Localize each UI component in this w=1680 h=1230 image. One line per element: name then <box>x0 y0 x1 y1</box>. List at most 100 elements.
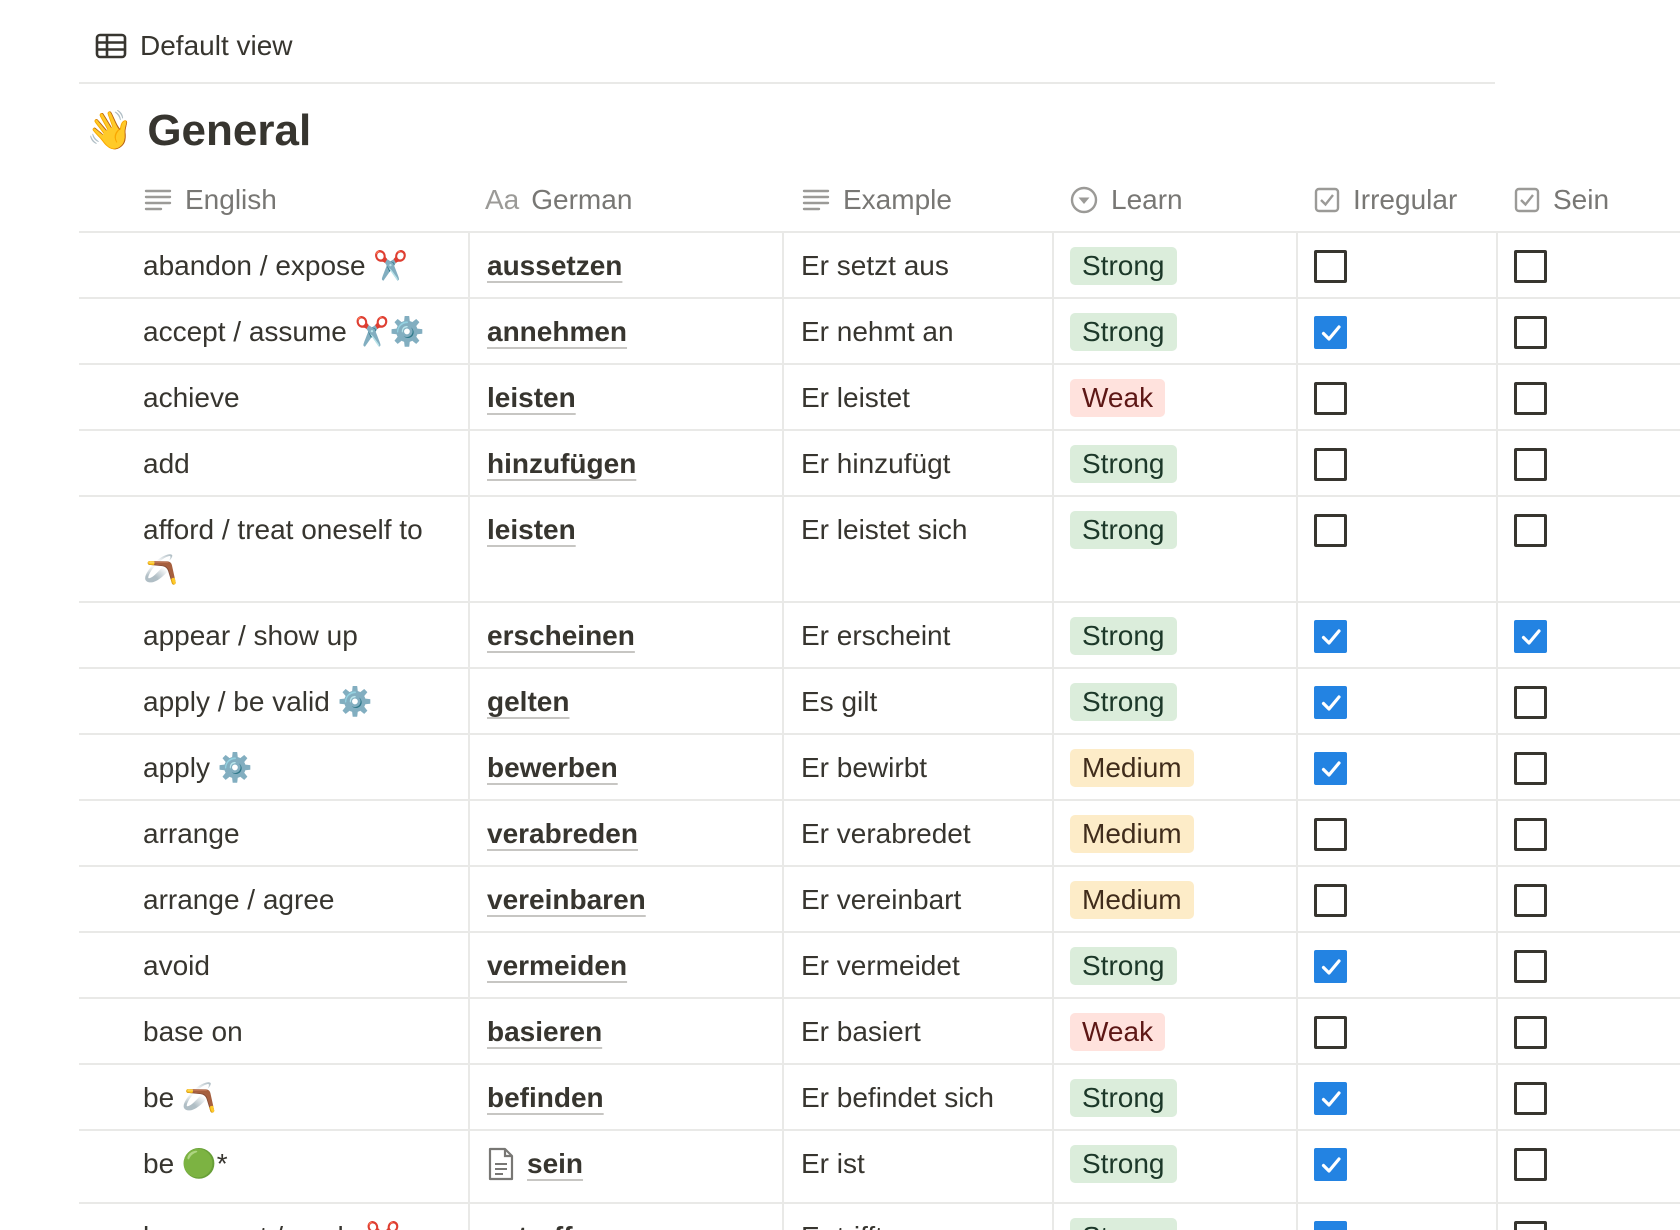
cell-english[interactable]: afford / treat oneself to 🪃 <box>79 497 468 601</box>
cell-german[interactable]: gelten <box>468 669 782 733</box>
table-row[interactable]: be 🟢* sein Er ist Strong <box>79 1131 1680 1204</box>
german-word[interactable]: gelten <box>487 686 569 717</box>
sein-checkbox[interactable] <box>1514 448 1547 481</box>
column-header-example[interactable]: Example <box>782 168 1052 231</box>
cell-learn[interactable]: Medium <box>1052 801 1296 865</box>
cell-learn[interactable]: Strong <box>1052 299 1296 363</box>
sein-checkbox[interactable] <box>1514 752 1547 785</box>
irregular-checkbox[interactable] <box>1314 686 1347 719</box>
cell-learn[interactable]: Strong <box>1052 1204 1296 1230</box>
sein-checkbox[interactable] <box>1514 950 1547 983</box>
cell-german[interactable]: verabreden <box>468 801 782 865</box>
cell-example[interactable]: Er setzt aus <box>782 233 1052 297</box>
cell-german[interactable]: basieren <box>468 999 782 1063</box>
irregular-checkbox[interactable] <box>1314 514 1347 547</box>
cell-example[interactable]: Er befindet sich <box>782 1065 1052 1129</box>
cell-english[interactable]: abandon / expose ✂️ <box>79 233 468 297</box>
cell-example[interactable]: Er leistet sich <box>782 497 1052 601</box>
table-row[interactable]: appear / show up erscheinen Er erscheint… <box>79 603 1680 669</box>
cell-learn[interactable]: Weak <box>1052 365 1296 429</box>
cell-learn[interactable]: Weak <box>1052 999 1296 1063</box>
cell-example[interactable]: Er vereinbart <box>782 867 1052 931</box>
cell-english[interactable]: base on <box>79 999 468 1063</box>
cell-english[interactable]: arrange <box>79 801 468 865</box>
irregular-checkbox[interactable] <box>1314 1082 1347 1115</box>
cell-german[interactable]: zutreffen <box>468 1204 782 1230</box>
sein-checkbox[interactable] <box>1514 382 1547 415</box>
sein-checkbox[interactable] <box>1514 514 1547 547</box>
cell-example[interactable]: Er trifft zu <box>782 1204 1052 1230</box>
cell-english[interactable]: achieve <box>79 365 468 429</box>
german-word[interactable]: leisten <box>487 382 576 413</box>
cell-learn[interactable]: Strong <box>1052 1065 1296 1129</box>
german-word[interactable]: erscheinen <box>487 620 635 651</box>
table-row[interactable]: arrange verabreden Er verabredet Medium <box>79 801 1680 867</box>
column-header-english[interactable]: English <box>79 168 468 231</box>
german-word[interactable]: vermeiden <box>487 950 627 981</box>
cell-learn[interactable]: Strong <box>1052 431 1296 495</box>
cell-example[interactable]: Er leistet <box>782 365 1052 429</box>
cell-german[interactable]: leisten <box>468 365 782 429</box>
table-row[interactable]: add hinzufügen Er hinzufügt Strong <box>79 431 1680 497</box>
german-word[interactable]: vereinbaren <box>487 884 646 915</box>
cell-english[interactable]: appear / show up <box>79 603 468 667</box>
cell-example[interactable]: Er verabredet <box>782 801 1052 865</box>
german-word[interactable]: zutreffen <box>487 1221 605 1230</box>
table-row[interactable]: apply ⚙️ bewerben Er bewirbt Medium <box>79 735 1680 801</box>
cell-learn[interactable]: Strong <box>1052 233 1296 297</box>
cell-learn[interactable]: Strong <box>1052 603 1296 667</box>
sein-checkbox[interactable] <box>1514 1221 1547 1230</box>
table-row[interactable]: afford / treat oneself to 🪃 leisten Er l… <box>79 497 1680 603</box>
sein-checkbox[interactable] <box>1514 686 1547 719</box>
table-row[interactable]: arrange / agree vereinbaren Er vereinbar… <box>79 867 1680 933</box>
cell-english[interactable]: apply / be valid ⚙️ <box>79 669 468 733</box>
cell-german[interactable]: annehmen <box>468 299 782 363</box>
cell-english[interactable]: be 🪃 <box>79 1065 468 1129</box>
cell-learn[interactable]: Strong <box>1052 1131 1296 1202</box>
cell-learn[interactable]: Strong <box>1052 497 1296 601</box>
sein-checkbox[interactable] <box>1514 316 1547 349</box>
cell-example[interactable]: Er erscheint <box>782 603 1052 667</box>
cell-english[interactable]: be correct / apply ✂️ <box>79 1204 468 1230</box>
cell-english[interactable]: arrange / agree <box>79 867 468 931</box>
cell-example[interactable]: Er basiert <box>782 999 1052 1063</box>
sein-checkbox[interactable] <box>1514 1082 1547 1115</box>
cell-german[interactable]: befinden <box>468 1065 782 1129</box>
cell-german[interactable]: sein <box>468 1131 782 1202</box>
cell-english[interactable]: apply ⚙️ <box>79 735 468 799</box>
table-row[interactable]: be 🪃 befinden Er befindet sich Strong <box>79 1065 1680 1131</box>
irregular-checkbox[interactable] <box>1314 950 1347 983</box>
irregular-checkbox[interactable] <box>1314 818 1347 851</box>
german-word[interactable]: basieren <box>487 1016 602 1047</box>
german-word[interactable]: leisten <box>487 514 576 545</box>
irregular-checkbox[interactable] <box>1314 1148 1347 1181</box>
irregular-checkbox[interactable] <box>1314 620 1347 653</box>
cell-learn[interactable]: Medium <box>1052 735 1296 799</box>
cell-german[interactable]: vereinbaren <box>468 867 782 931</box>
sein-checkbox[interactable] <box>1514 250 1547 283</box>
cell-english[interactable]: add <box>79 431 468 495</box>
cell-german[interactable]: vermeiden <box>468 933 782 997</box>
german-word[interactable]: bewerben <box>487 752 618 783</box>
table-row[interactable]: accept / assume ✂️⚙️ annehmen Er nehmt a… <box>79 299 1680 365</box>
cell-example[interactable]: Er vermeidet <box>782 933 1052 997</box>
cell-learn[interactable]: Strong <box>1052 933 1296 997</box>
irregular-checkbox[interactable] <box>1314 316 1347 349</box>
cell-german[interactable]: bewerben <box>468 735 782 799</box>
german-word[interactable]: sein <box>527 1144 583 1184</box>
sein-checkbox[interactable] <box>1514 620 1547 653</box>
sein-checkbox[interactable] <box>1514 1016 1547 1049</box>
cell-example[interactable]: Es gilt <box>782 669 1052 733</box>
cell-english[interactable]: accept / assume ✂️⚙️ <box>79 299 468 363</box>
german-word[interactable]: verabreden <box>487 818 638 849</box>
irregular-checkbox[interactable] <box>1314 448 1347 481</box>
cell-german[interactable]: hinzufügen <box>468 431 782 495</box>
cell-learn[interactable]: Strong <box>1052 669 1296 733</box>
irregular-checkbox[interactable] <box>1314 884 1347 917</box>
cell-german[interactable]: erscheinen <box>468 603 782 667</box>
german-word[interactable]: hinzufügen <box>487 448 636 479</box>
sein-checkbox[interactable] <box>1514 884 1547 917</box>
irregular-checkbox[interactable] <box>1314 382 1347 415</box>
view-tab-default[interactable]: Default view <box>94 26 293 66</box>
column-header-irregular[interactable]: Irregular <box>1296 168 1496 231</box>
